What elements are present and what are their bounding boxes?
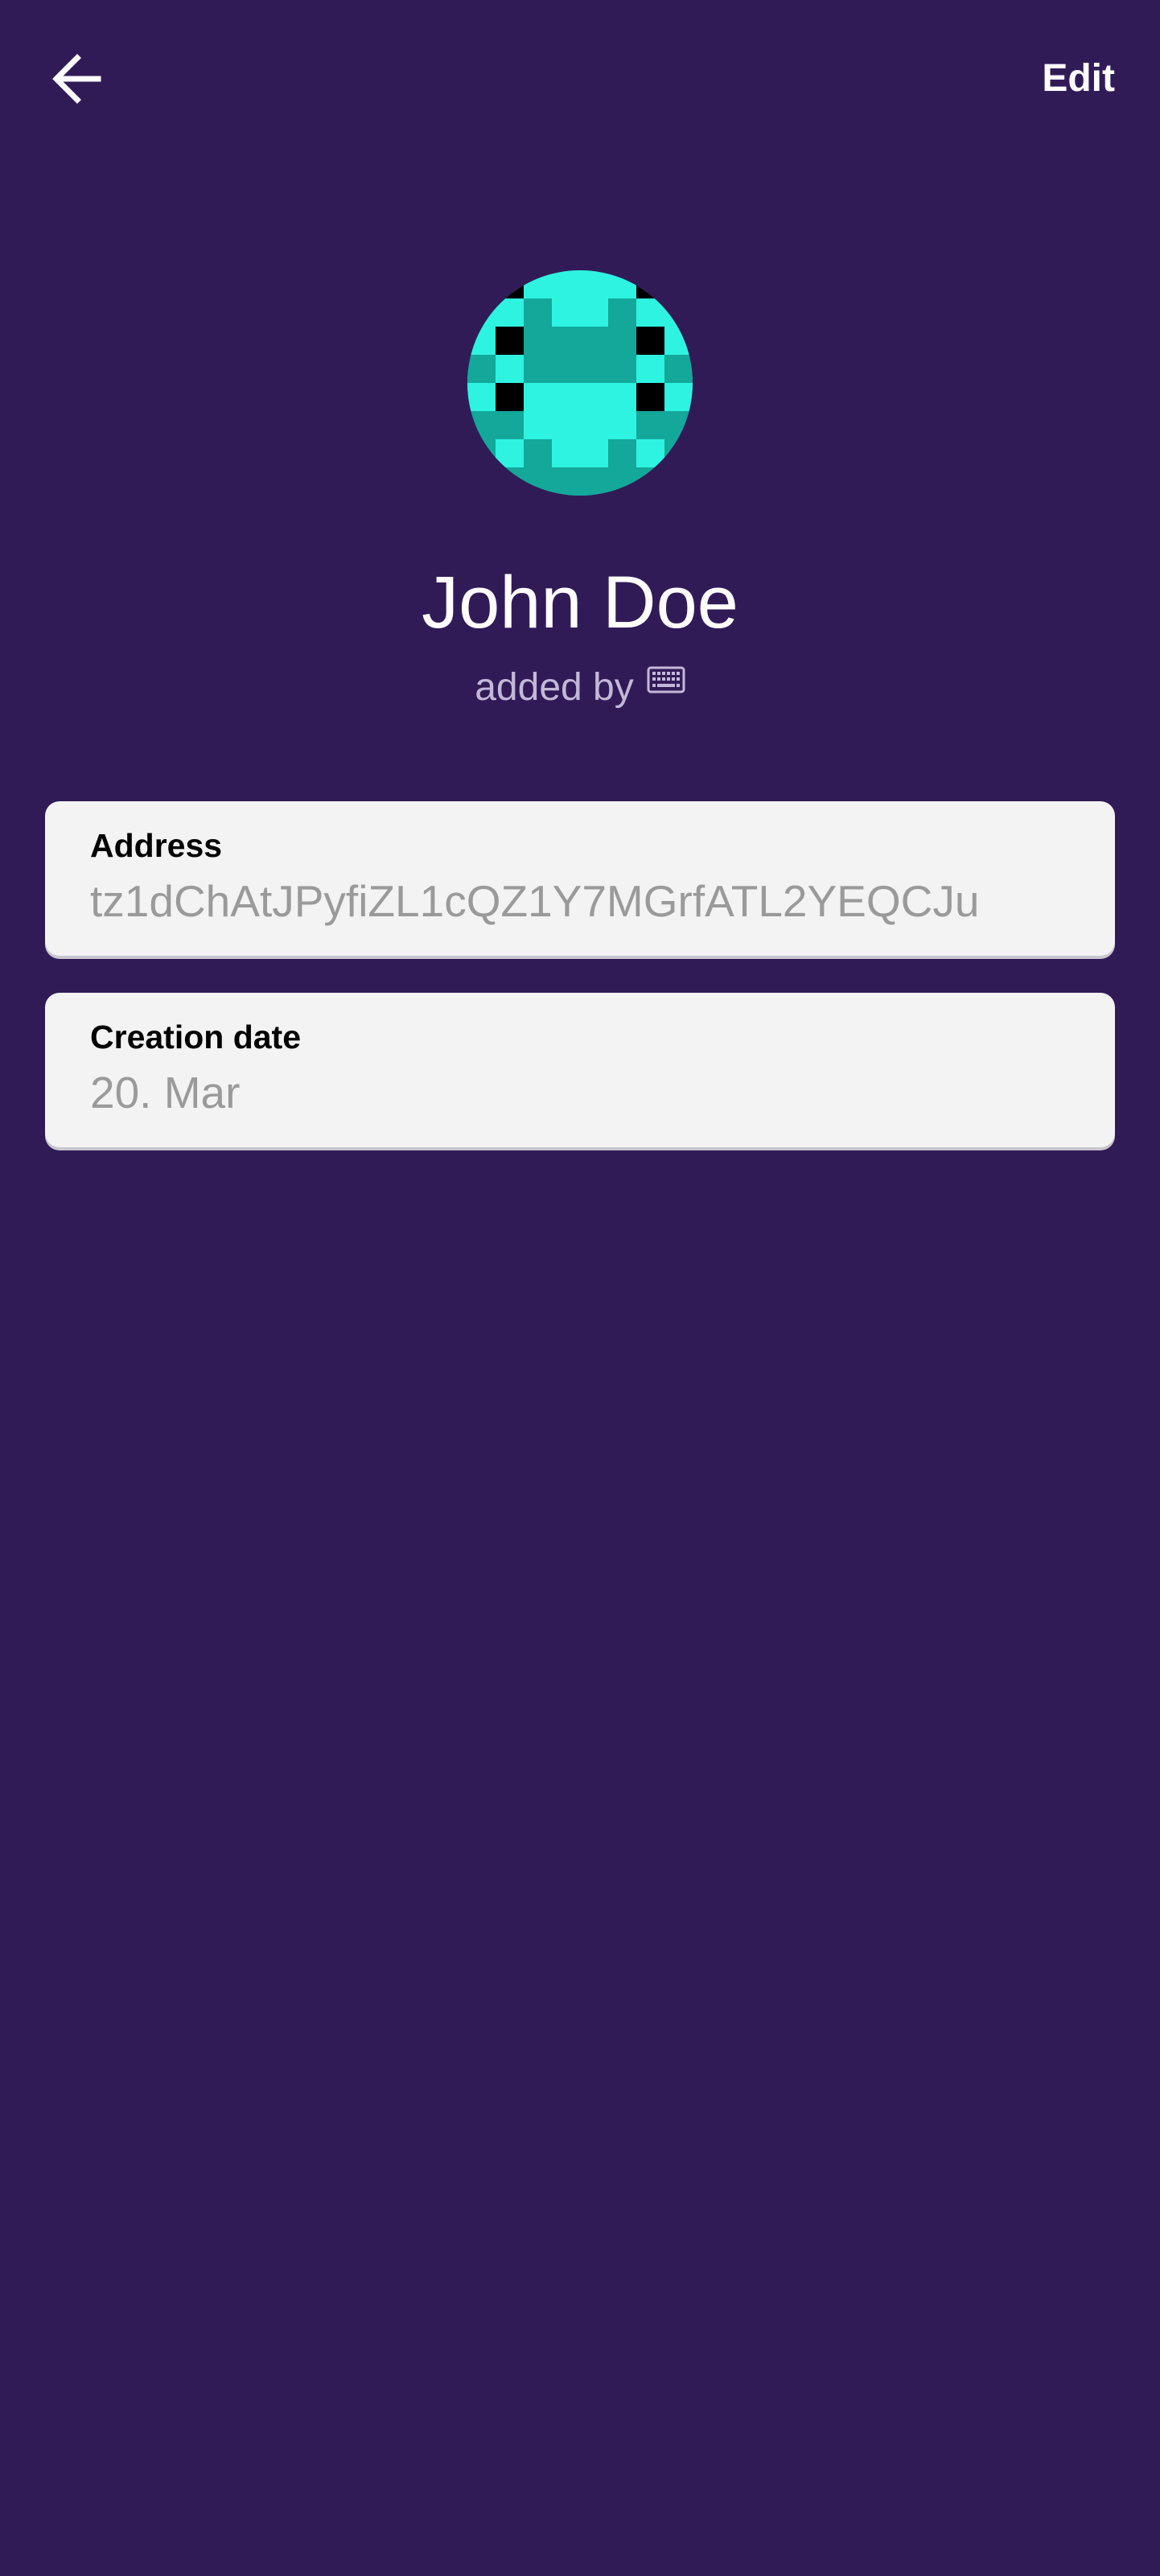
creation-date-label: Creation date (90, 1018, 301, 1056)
edit-button[interactable]: Edit (1042, 51, 1115, 106)
creation-date-value: 20. Mar (90, 1068, 241, 1117)
creation-date-card: Creation date 20. Mar (45, 993, 1115, 1147)
arrow-left-icon (48, 50, 106, 112)
avatar (467, 270, 693, 496)
added-by-label: added by (475, 666, 634, 709)
address-value[interactable]: tz1dChAtJPyfiZL1cQZ1Y7MGrfATL2YEQCJu (90, 872, 979, 930)
added-by-row: added by (0, 660, 1160, 716)
contact-name: John Doe (422, 562, 738, 644)
keyboard-icon (647, 666, 685, 693)
address-card[interactable]: Address tz1dChAtJPyfiZL1cQZ1Y7MGrfATL2YE… (45, 801, 1115, 956)
back-button[interactable] (39, 42, 116, 119)
identicon-avatar (467, 270, 693, 496)
address-label: Address (90, 827, 223, 864)
top-app-bar: Edit (0, 0, 1160, 158)
